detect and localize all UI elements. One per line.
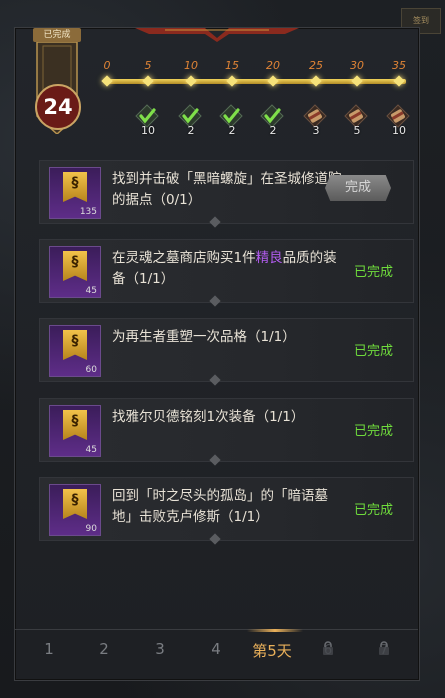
lock-icon: [378, 640, 390, 655]
tick-label: 5: [144, 59, 152, 72]
tick-label: 15: [225, 59, 239, 72]
task-description: 找到并击破「黑暗螺旋」在圣城修道院的据点（0/1）: [112, 169, 344, 211]
task-row: § 135 找到并击破「黑暗螺旋」在圣城修道院的据点（0/1） 完成: [39, 160, 414, 224]
tick-label: 30: [350, 59, 364, 72]
reward-count: 2: [269, 124, 277, 137]
reward-item[interactable]: 2: [178, 104, 204, 137]
task-text: 回到「时之尽头的孤岛」的「暗语墓地」击败克卢修斯（1/1）: [112, 488, 328, 525]
task-points: 60: [85, 365, 97, 375]
task-row: § 60 为再生者重塑一次品格（1/1） 已完成: [39, 318, 414, 382]
reward-item[interactable]: 3: [303, 104, 329, 137]
banner-glyph-icon: §: [71, 254, 79, 270]
task-row: § 90 回到「时之尽头的孤岛」的「暗语墓地」击败克卢修斯（1/1） 已完成: [39, 477, 414, 541]
task-description: 回到「时之尽头的孤岛」的「暗语墓地」击败克卢修斯（1/1）: [112, 486, 344, 528]
task-description: 在灵魂之墓商店购买1件精良品质的装备（1/1）: [112, 248, 344, 290]
task-text: 为再生者重塑一次品格（1/1）: [112, 329, 296, 345]
task-status: 已完成: [353, 503, 393, 518]
tab-day-1[interactable]: 1: [29, 640, 69, 658]
tab-day-4[interactable]: 4: [196, 640, 236, 658]
task-points: 45: [85, 445, 97, 455]
banner-glyph-icon: §: [71, 333, 79, 349]
task-text: 找到并击破「黑暗螺旋」在圣城修道院的据点（0/1）: [112, 171, 342, 208]
tab-day-3[interactable]: 3: [140, 640, 180, 658]
task-row: § 45 在灵魂之墓商店购买1件精良品质的装备（1/1） 已完成: [39, 239, 414, 303]
task-status: 已完成: [353, 344, 393, 359]
quality-highlight: 精良: [255, 250, 283, 266]
reward-count: 3: [312, 124, 320, 137]
task-reward-icon[interactable]: § 90: [49, 484, 101, 536]
task-reward-icon[interactable]: § 45: [49, 405, 101, 457]
reward-item[interactable]: 2: [260, 104, 286, 137]
reward-count: 10: [141, 124, 155, 137]
tick-label: 0: [103, 59, 111, 72]
task-description: 为再生者重塑一次品格（1/1）: [112, 327, 344, 348]
tab-day-2[interactable]: 2: [84, 640, 124, 658]
level-value: 24: [35, 84, 81, 130]
tick-label: 35: [392, 59, 406, 72]
complete-button[interactable]: 完成: [325, 175, 391, 201]
task-row: § 45 找雅尔贝德铭刻1次装备（1/1） 已完成: [39, 398, 414, 462]
banner-glyph-icon: §: [71, 492, 79, 508]
level-done-tag: 已完成: [33, 28, 81, 42]
task-status: 已完成: [353, 265, 393, 280]
task-text: 在灵魂之墓商店购买1件: [112, 250, 256, 266]
task-points: 90: [85, 524, 97, 534]
reward-count: 5: [353, 124, 361, 137]
tab-day-5[interactable]: 第5天: [252, 640, 292, 661]
task-points: 135: [79, 207, 97, 217]
tick-label: 25: [309, 59, 323, 72]
reward-count: 2: [228, 124, 236, 137]
level-badge: 已完成 24: [33, 24, 81, 134]
task-points: 45: [85, 286, 97, 296]
reward-item[interactable]: 10: [386, 104, 412, 137]
task-reward-icon[interactable]: § 45: [49, 246, 101, 298]
reward-item[interactable]: 5: [344, 104, 370, 137]
reward-item[interactable]: 10: [135, 104, 161, 137]
task-text: 找雅尔贝德铭刻1次装备（1/1）: [112, 409, 305, 425]
banner-glyph-icon: §: [71, 413, 79, 429]
banner-glyph-icon: §: [71, 175, 79, 191]
task-description: 找雅尔贝德铭刻1次装备（1/1）: [112, 407, 344, 428]
active-tab-glow: [247, 629, 303, 632]
tick-label: 20: [266, 59, 280, 72]
reward-count: 10: [392, 124, 406, 137]
tick-label: 10: [184, 59, 198, 72]
task-reward-icon[interactable]: § 135: [49, 167, 101, 219]
reward-item[interactable]: 2: [219, 104, 245, 137]
lock-icon: [322, 640, 334, 655]
task-status: 已完成: [353, 424, 393, 439]
reward-count: 2: [187, 124, 195, 137]
task-reward-icon[interactable]: § 60: [49, 325, 101, 377]
